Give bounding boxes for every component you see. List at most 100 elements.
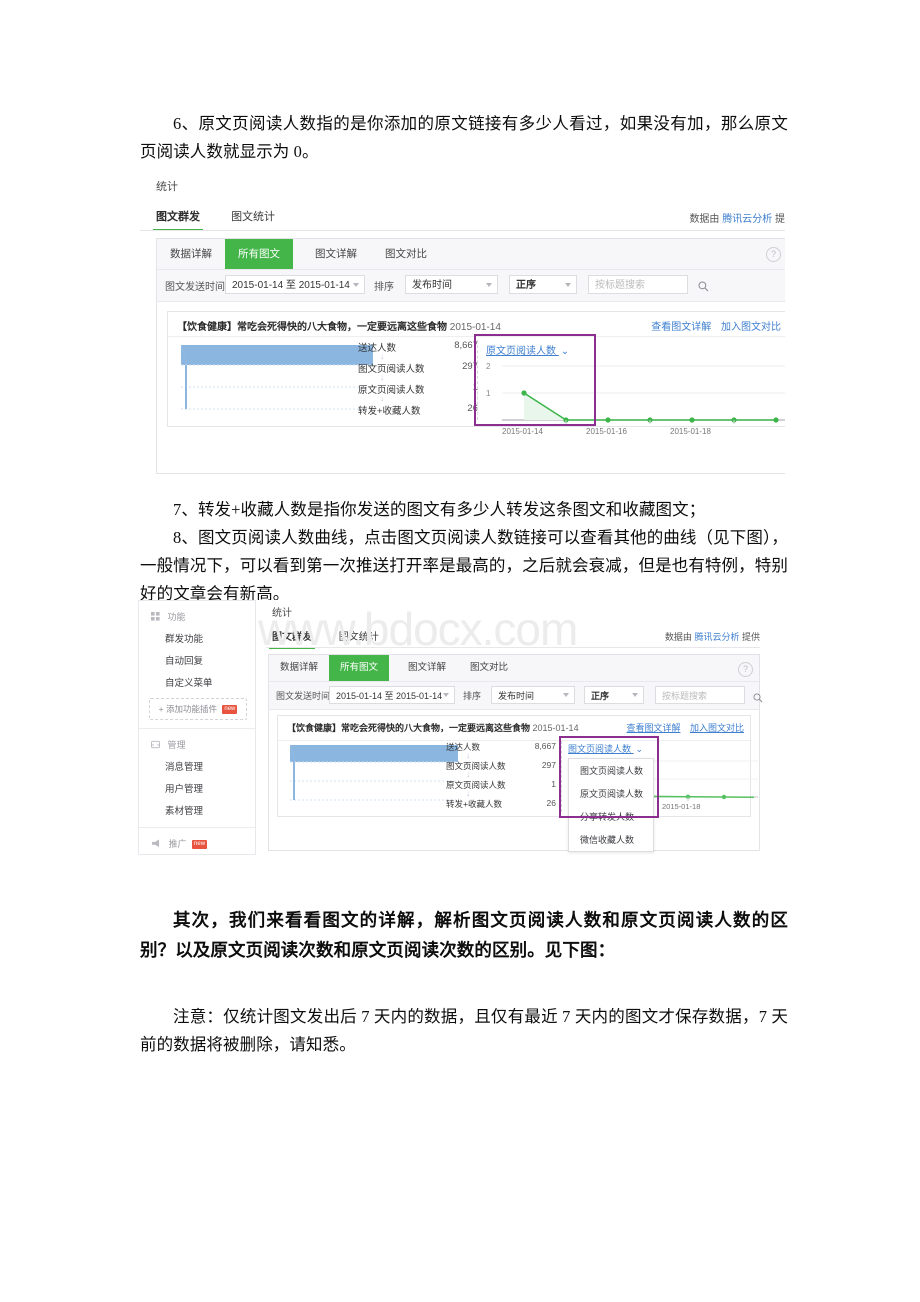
article-date: 2015-01-14 — [532, 723, 579, 733]
svg-text:2015-01-18: 2015-01-18 — [670, 427, 711, 436]
funnel-chart — [177, 343, 377, 415]
filter-bar: 图文发送时间 2015-01-14 至 2015-01-14 排序 发布时间 正… — [269, 682, 763, 710]
question-icon[interactable]: ? — [738, 662, 753, 677]
sidebar-item-custom-menu[interactable]: 自定义菜单 — [139, 671, 255, 693]
tab-article-stats[interactable]: 图文统计 — [231, 208, 275, 231]
link-add-compare[interactable]: 加入图文对比 — [690, 723, 744, 733]
paragraph-6: 6、原文页阅读人数指的是你添加的原文链接有多少人看过，如果没有加，那么原文页阅读… — [140, 114, 788, 161]
search-icon[interactable] — [753, 690, 764, 703]
panel-tab-all-articles[interactable]: 所有图文 — [225, 239, 293, 269]
sort-field-select[interactable]: 发布时间 — [405, 275, 498, 294]
sidebar-item-material-mgmt[interactable]: 素材管理 — [139, 799, 255, 821]
sidebar-group-label: 功能 — [167, 612, 186, 622]
add-plugin-label: 添加功能插件 — [165, 704, 217, 715]
date-range-value: 2015-01-14 至 2015-01-14 — [336, 691, 443, 701]
article-card: 【饮食健康】常吃会死得快的八大食物，一定要远离这些食物 2015-01-14 查… — [277, 715, 758, 852]
article-actions: 查看图文详解 加入图文对比 — [619, 721, 744, 734]
date-range-select[interactable]: 2015-01-14 至 2015-01-14 — [329, 686, 455, 704]
dropdown-item-share-forward[interactable]: 分享转发人数 — [569, 805, 653, 828]
panel-tab-bar: 数据详解 所有图文 图文详解 图文对比 ? — [269, 655, 759, 682]
dropdown-item-source-reads[interactable]: 原文页阅读人数 — [569, 782, 653, 805]
sort-order-select[interactable]: 正序 — [509, 275, 577, 294]
tab-underline — [140, 230, 785, 231]
dropdown-item-article-reads[interactable]: 图文页阅读人数 — [569, 759, 653, 782]
sidebar: 功能 群发功能 自动回复 自定义菜单 + 添加功能插件 new 管理 消息管理 … — [138, 600, 256, 855]
link-view-detail[interactable]: 查看图文详解 — [626, 723, 680, 733]
funnel-value: 297 — [462, 361, 478, 372]
search-input[interactable]: 按标题搜索 — [588, 275, 688, 294]
date-range-select[interactable]: 2015-01-14 至 2015-01-14 — [225, 275, 365, 294]
funnel-value: 297 — [541, 760, 556, 770]
screenshot-stats-panel-1: 统计 图文群发 图文统计 数据由 腾讯云分析 提 数据详解 所有图文 图文详解 — [140, 172, 785, 474]
svg-text:2: 2 — [486, 362, 491, 371]
sort-order-select[interactable]: 正序 — [584, 686, 644, 704]
panel-tab-all-articles[interactable]: 所有图文 — [329, 655, 390, 681]
sidebar-group-label: 管理 — [167, 740, 186, 751]
megaphone-icon — [151, 839, 161, 850]
sort-order-value: 正序 — [516, 280, 536, 291]
filter-date-label: 图文发送时间 — [165, 282, 225, 293]
dropdown-item-wechat-fav[interactable]: 微信收藏人数 — [569, 828, 653, 851]
panel-tab-data-detail[interactable]: 数据详解 — [157, 239, 225, 269]
card-divider — [477, 340, 478, 420]
search-icon[interactable] — [698, 279, 709, 292]
sidebar-item-message-mgmt[interactable]: 消息管理 — [139, 755, 255, 777]
panel-tab-data-detail[interactable]: 数据详解 — [269, 655, 329, 681]
funnel-stats: 送达人数 8,667 ↓ 图文页阅读人数 297 ↓ 原文页阅读人数 1 ↓ 转… — [446, 741, 556, 809]
filter-sort-label: 排序 — [374, 282, 394, 293]
funnel-label: 图文页阅读人数 — [358, 364, 425, 375]
funnel-row: 转发+收藏人数 26 — [446, 798, 556, 809]
line-chart: 原文页阅读人数 ⌄ 2 1 2015-01-14 2015-01-16 2015… — [480, 340, 785, 436]
line-chart: 图文页阅读人数 ⌄ 2015-01-18 图文页阅读人数 原文页阅读人数 分享转… — [564, 741, 758, 852]
funnel-label: 图文页阅读人数 — [446, 761, 506, 771]
sort-field-select[interactable]: 发布时间 — [491, 686, 575, 704]
funnel-row: 送达人数 8,667 — [446, 741, 556, 752]
sidebar-item-user-mgmt[interactable]: 用户管理 — [139, 777, 255, 799]
new-badge: new — [192, 840, 208, 850]
provider-suffix: 提供 — [741, 632, 760, 642]
sidebar-group-label: 推广 — [168, 839, 187, 850]
provider-link[interactable]: 腾讯云分析 — [694, 632, 739, 642]
article-title: 【饮食健康】常吃会死得快的八大食物，一定要远离这些食物 — [287, 723, 531, 733]
chevron-down-icon — [486, 283, 492, 287]
date-range-value: 2015-01-14 至 2015-01-14 — [232, 280, 350, 291]
plus-icon: + — [158, 704, 164, 715]
panel-tab-article-compare[interactable]: 图文对比 — [459, 655, 519, 681]
panel-tab-article-detail[interactable]: 图文详解 — [302, 239, 370, 269]
sort-field-value: 发布时间 — [498, 691, 535, 701]
page-title: 统计 — [156, 181, 178, 193]
sidebar-item-auto-reply[interactable]: 自动回复 — [139, 649, 255, 671]
metric-dropdown-menu[interactable]: 图文页阅读人数 原文页阅读人数 分享转发人数 微信收藏人数 — [568, 758, 654, 852]
link-add-compare[interactable]: 加入图文对比 — [721, 322, 781, 333]
sidebar-group-header: 功能 — [139, 608, 255, 627]
sidebar-item-advertiser[interactable]: 广告主 — [139, 854, 255, 855]
data-provider-note: 数据由 腾讯云分析 提 — [689, 210, 785, 225]
panel-tab-article-detail[interactable]: 图文详解 — [397, 655, 457, 681]
provider-link[interactable]: 腾讯云分析 — [722, 214, 772, 225]
provider-suffix: 提 — [775, 214, 785, 225]
sidebar-group-header: 管理 — [139, 736, 255, 755]
paragraph-note: 注意：仅统计图文发出后 7 天内的数据，且仅有最近 7 天内的图文才保存数据，7… — [140, 1007, 788, 1054]
article-date: 2015-01-14 — [449, 322, 501, 333]
article-title-row: 【饮食健康】常吃会死得快的八大食物，一定要远离这些食物 2015-01-14 — [287, 721, 579, 734]
sort-order-value: 正序 — [591, 691, 610, 701]
site-watermark: www.bdocx.com — [258, 603, 578, 655]
new-badge: new — [222, 705, 238, 715]
search-input[interactable]: 按标题搜索 — [655, 686, 745, 704]
stats-panel: 数据详解 所有图文 图文详解 图文对比 ? 图文发送时间 2015-01-14 … — [156, 238, 785, 474]
metric-selector-link[interactable]: 原文页阅读人数 ⌄ — [486, 342, 569, 357]
add-plugin-button[interactable]: + 添加功能插件 new — [149, 698, 247, 721]
question-icon[interactable]: ? — [766, 247, 781, 262]
tab-mass-message[interactable]: 图文群发 — [153, 208, 203, 231]
sidebar-item-mass-send[interactable]: 群发功能 — [139, 627, 255, 649]
article-title-row: 【饮食健康】常吃会死得快的八大食物，一定要远离这些食物 2015-01-14 — [177, 318, 501, 333]
link-view-detail[interactable]: 查看图文详解 — [651, 322, 711, 333]
arrow-down-icon: ↓ — [466, 789, 470, 798]
grid-icon — [151, 612, 160, 623]
chevron-down-icon — [565, 283, 571, 287]
panel-tab-article-compare[interactable]: 图文对比 — [372, 239, 440, 269]
arrow-down-icon: ↓ — [466, 751, 470, 760]
funnel-value: 8,667 — [534, 741, 556, 751]
chevron-down-icon — [563, 693, 569, 697]
funnel-row: 原文页阅读人数 1 — [446, 779, 556, 790]
